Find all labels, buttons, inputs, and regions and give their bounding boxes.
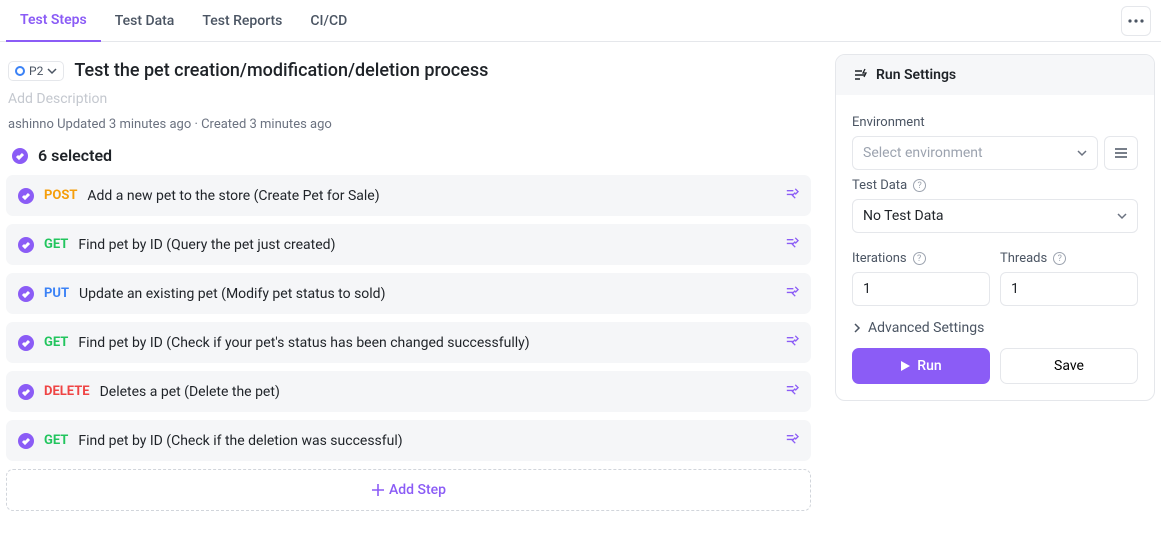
step-action-icon[interactable] xyxy=(784,284,799,303)
description-placeholder[interactable]: Add Description xyxy=(6,91,811,117)
iterations-label: Iterations xyxy=(852,251,907,266)
step-row[interactable]: DELETE Deletes a pet (Delete the pet) xyxy=(6,371,811,412)
step-action-icon[interactable] xyxy=(784,431,799,450)
environment-manage-button[interactable] xyxy=(1104,136,1138,170)
page-title[interactable]: Test the pet creation/modification/delet… xyxy=(74,60,488,81)
steps-list: POST Add a new pet to the store (Create P… xyxy=(6,175,811,461)
priority-chip[interactable]: P2 xyxy=(8,61,64,81)
step-row[interactable]: POST Add a new pet to the store (Create P… xyxy=(6,175,811,216)
help-icon[interactable]: ? xyxy=(913,179,926,192)
http-method: PUT xyxy=(44,286,69,301)
http-method: GET xyxy=(44,237,68,252)
step-action-icon[interactable] xyxy=(784,333,799,352)
step-row[interactable]: GET Find pet by ID (Check if the deletion… xyxy=(6,420,811,461)
step-checkbox[interactable] xyxy=(18,384,34,400)
http-method: POST xyxy=(44,188,77,203)
step-label: Find pet by ID (Check if the deletion wa… xyxy=(78,433,402,449)
step-row[interactable]: PUT Update an existing pet (Modify pet st… xyxy=(6,273,811,314)
iterations-input[interactable] xyxy=(852,272,990,306)
step-label: Update an existing pet (Modify pet statu… xyxy=(79,286,385,302)
step-action-icon[interactable] xyxy=(784,235,799,254)
http-method: DELETE xyxy=(44,384,90,399)
help-icon[interactable]: ? xyxy=(1053,252,1066,265)
play-icon xyxy=(900,360,911,372)
http-method: GET xyxy=(44,335,68,350)
save-button[interactable]: Save xyxy=(1000,348,1138,384)
environment-placeholder: Select environment xyxy=(863,145,983,161)
step-label: Add a new pet to the store (Create Pet f… xyxy=(87,188,379,204)
run-settings-title: Run Settings xyxy=(876,67,956,83)
step-checkbox[interactable] xyxy=(18,433,34,449)
select-all-checkbox[interactable] xyxy=(12,148,28,164)
more-menu-button[interactable] xyxy=(1121,6,1151,36)
priority-dot-icon xyxy=(15,66,25,76)
test-data-value: No Test Data xyxy=(863,208,944,224)
chevron-down-icon xyxy=(1117,211,1127,221)
advanced-settings-toggle[interactable]: Advanced Settings xyxy=(852,320,1138,336)
test-data-label: Test Data xyxy=(852,178,907,193)
step-checkbox[interactable] xyxy=(18,286,34,302)
step-action-icon[interactable] xyxy=(784,382,799,401)
selected-count: 6 selected xyxy=(38,146,112,165)
meta-info: ashinno Updated 3 minutes ago · Created … xyxy=(6,117,811,146)
step-checkbox[interactable] xyxy=(18,188,34,204)
chevron-down-icon xyxy=(1077,148,1087,158)
step-row[interactable]: GET Find pet by ID (Query the pet just cr… xyxy=(6,224,811,265)
run-button[interactable]: Run xyxy=(852,348,990,384)
test-data-select[interactable]: No Test Data xyxy=(852,199,1138,233)
tabs-bar: Test StepsTest DataTest ReportsCI/CD xyxy=(0,0,1161,42)
list-icon xyxy=(1114,147,1128,159)
step-label: Find pet by ID (Query the pet just creat… xyxy=(78,237,335,253)
tab-test-steps[interactable]: Test Steps xyxy=(6,0,101,42)
step-label: Find pet by ID (Check if your pet's stat… xyxy=(78,335,529,351)
http-method: GET xyxy=(44,433,68,448)
tab-test-data[interactable]: Test Data xyxy=(101,1,189,41)
step-label: Deletes a pet (Delete the pet) xyxy=(100,384,280,400)
environment-select[interactable]: Select environment xyxy=(852,136,1098,170)
environment-label: Environment xyxy=(852,115,1138,130)
threads-input[interactable] xyxy=(1000,272,1138,306)
step-checkbox[interactable] xyxy=(18,335,34,351)
save-button-label: Save xyxy=(1054,358,1084,374)
tab-ci-cd[interactable]: CI/CD xyxy=(296,1,361,41)
run-button-label: Run xyxy=(917,358,941,374)
settings-bolt-icon xyxy=(852,67,868,83)
ellipsis-icon xyxy=(1128,19,1144,23)
priority-label: P2 xyxy=(29,64,43,78)
advanced-settings-label: Advanced Settings xyxy=(868,320,984,336)
add-step-button[interactable]: Add Step xyxy=(6,469,811,511)
tab-test-reports[interactable]: Test Reports xyxy=(188,1,296,41)
step-checkbox[interactable] xyxy=(18,237,34,253)
add-step-label: Add Step xyxy=(389,482,446,498)
help-icon[interactable]: ? xyxy=(913,252,926,265)
plus-icon xyxy=(371,483,385,497)
step-action-icon[interactable] xyxy=(784,186,799,205)
step-row[interactable]: GET Find pet by ID (Check if your pet's s… xyxy=(6,322,811,363)
threads-label: Threads xyxy=(1000,251,1047,266)
main-panel: P2 Test the pet creation/modification/de… xyxy=(6,54,811,511)
chevron-down-icon xyxy=(47,66,57,76)
chevron-right-icon xyxy=(852,323,862,333)
run-settings-panel: Run Settings Environment Select environm… xyxy=(835,54,1155,401)
